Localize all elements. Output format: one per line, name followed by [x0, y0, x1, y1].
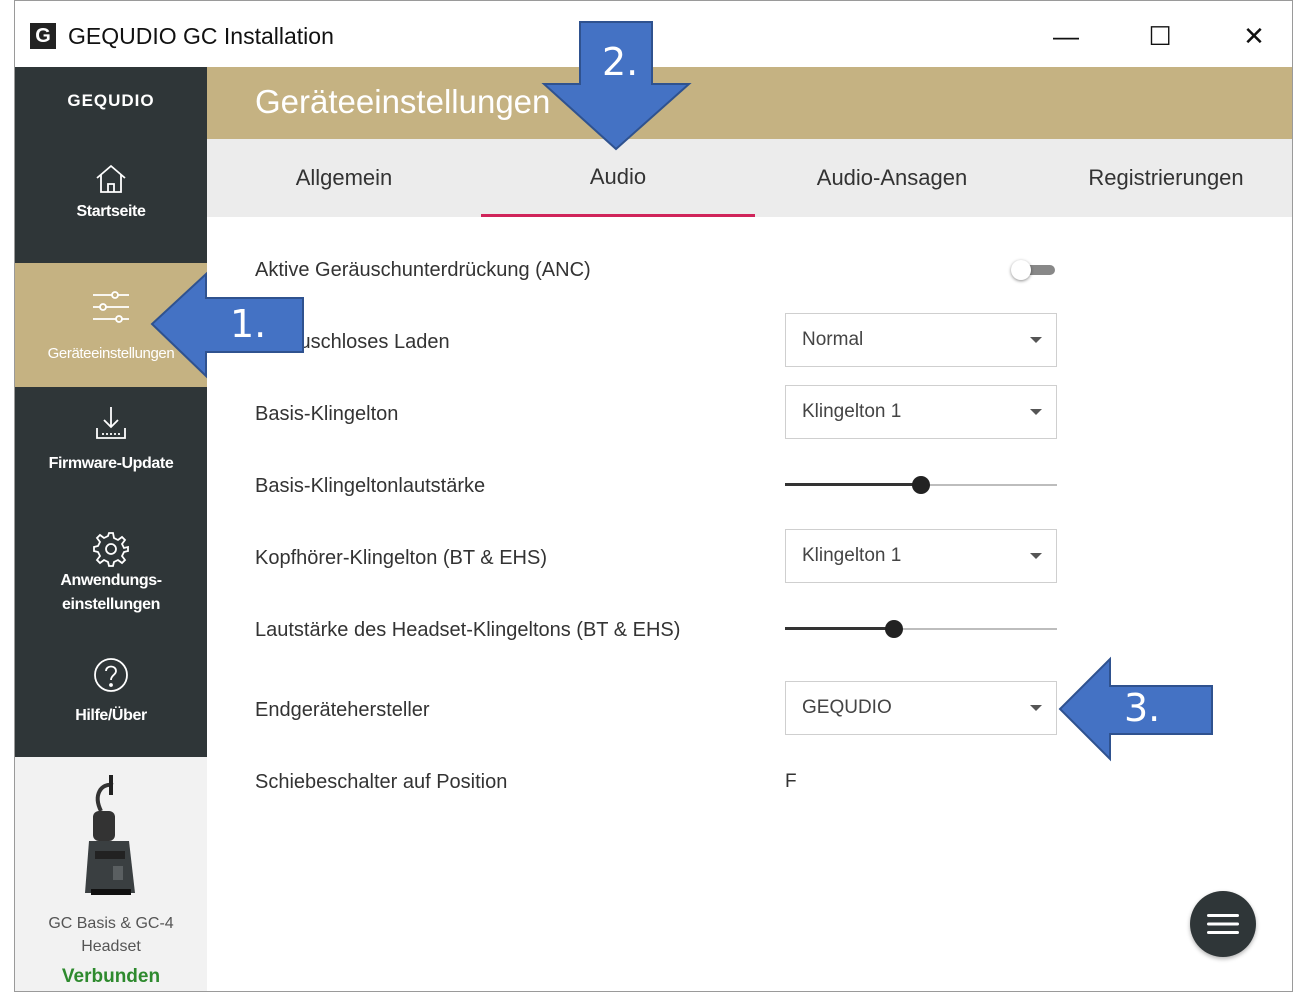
slider-thumb[interactable]: [884, 620, 903, 638]
tab-bar: Allgemein Audio Audio-Ansagen Registrier…: [207, 139, 1292, 217]
device-panel: GC Basis & GC-4 Headset Verbunden: [15, 757, 207, 991]
brand-logo: GEQUDIO: [67, 91, 155, 110]
callout-label-3: 3.: [1124, 686, 1161, 730]
maximize-button[interactable]: ☐: [1130, 13, 1190, 59]
anc-label: Aktive Geräuschunterdrückung (ANC): [255, 259, 591, 281]
device-manufacturer-select[interactable]: GEQUDIO: [785, 681, 1057, 735]
close-button[interactable]: ✕: [1224, 13, 1284, 59]
base-ringtone-label: Basis-Klingelton: [255, 403, 399, 425]
headset-image: [71, 771, 151, 904]
window-title: GEQUDIO GC Installation: [68, 23, 334, 49]
sidebar-item-label: Startseite: [76, 203, 146, 220]
sidebar-item-label-line1: Anwendungs-: [60, 572, 162, 589]
sidebar-item-label: Firmware-Update: [48, 455, 174, 472]
page-header: Geräteeinstellungen: [207, 67, 1292, 139]
page-title: Geräteeinstellungen: [255, 83, 551, 120]
sidebar-item-anwendungseinstellungen[interactable]: Anwendungs- einstellungen: [15, 529, 207, 639]
settings-content: Aktive Geräuschunterdrückung (ANC) Geräu…: [207, 217, 1292, 991]
slide-switch-label: Schiebeschalter auf Position: [255, 771, 508, 793]
base-ringtone-volume-slider[interactable]: [785, 475, 1057, 495]
sidebar-item-startseite[interactable]: Startseite: [15, 159, 207, 269]
menu-button[interactable]: [1190, 891, 1256, 957]
chevron-down-icon: [1030, 337, 1042, 343]
chevron-down-icon: [1030, 553, 1042, 559]
sidebar-item-firmware-update[interactable]: Firmware-Update: [15, 403, 207, 513]
app-window: G GEQUDIO GC Installation — ☐ ✕ GEQUDIO …: [14, 0, 1293, 992]
help-icon: [91, 655, 131, 695]
select-value: Klingelton 1: [802, 545, 902, 566]
device-status: Verbunden: [61, 966, 161, 987]
chevron-down-icon: [1030, 705, 1042, 711]
title-bar: G GEQUDIO GC Installation — ☐ ✕: [15, 1, 1292, 67]
slider-thumb[interactable]: [912, 476, 930, 494]
silent-charging-label: Geräuschloses Laden: [255, 331, 450, 353]
select-value: Normal: [802, 329, 864, 350]
gear-icon: [91, 529, 131, 569]
app-logo-icon: G: [30, 23, 56, 49]
chevron-down-icon: [1030, 409, 1042, 415]
minimize-button[interactable]: —: [1036, 13, 1096, 59]
sidebar-item-label: Geräteeinstellungen: [47, 345, 175, 362]
sidebar: GEQUDIO Startseite Geräteeinstellungen F…: [15, 67, 207, 991]
tab-allgemein[interactable]: Allgemein: [207, 139, 481, 217]
headset-ringtone-volume-slider[interactable]: [785, 619, 1057, 639]
sidebar-item-label: Hilfe/Über: [75, 707, 147, 724]
device-name-line1: GC Basis & GC-4: [48, 915, 174, 932]
headset-ringtone-volume-label: Lautstärke des Headset-Klingeltons (BT &…: [255, 619, 681, 641]
base-ringtone-volume-label: Basis-Klingeltonlautstärke: [255, 475, 486, 497]
download-icon: [91, 403, 131, 443]
headset-ringtone-label: Kopfhörer-Klingelton (BT & EHS): [255, 547, 547, 569]
slide-switch-value: F: [785, 771, 797, 792]
sidebar-item-hilfe[interactable]: Hilfe/Über: [15, 655, 207, 755]
base-ringtone-select[interactable]: Klingelton 1: [785, 385, 1057, 439]
tab-audio-ansagen[interactable]: Audio-Ansagen: [755, 139, 1029, 217]
sidebar-item-geraeteeinstellungen[interactable]: Geräteeinstellungen: [15, 263, 207, 387]
device-name-line2: Headset: [81, 938, 141, 955]
sidebar-item-label-line2: einstellungen: [62, 596, 160, 613]
silent-charging-select[interactable]: Normal: [785, 313, 1057, 367]
sliders-icon: [91, 287, 131, 327]
headset-ringtone-select[interactable]: Klingelton 1: [785, 529, 1057, 583]
home-icon: [91, 159, 131, 199]
hamburger-icon: [1207, 914, 1239, 934]
device-name: GC Basis & GC-4 Headset: [15, 912, 207, 958]
callout-label-1: 1.: [230, 302, 267, 346]
callout-label-2: 2.: [602, 40, 639, 84]
select-value: Klingelton 1: [802, 401, 902, 422]
select-value: GEQUDIO: [802, 697, 892, 718]
anc-toggle[interactable]: [1011, 260, 1055, 280]
device-manufacturer-label: Endgerätehersteller: [255, 699, 430, 721]
tab-audio[interactable]: Audio: [481, 139, 755, 217]
tab-registrierungen[interactable]: Registrierungen: [1029, 139, 1292, 217]
